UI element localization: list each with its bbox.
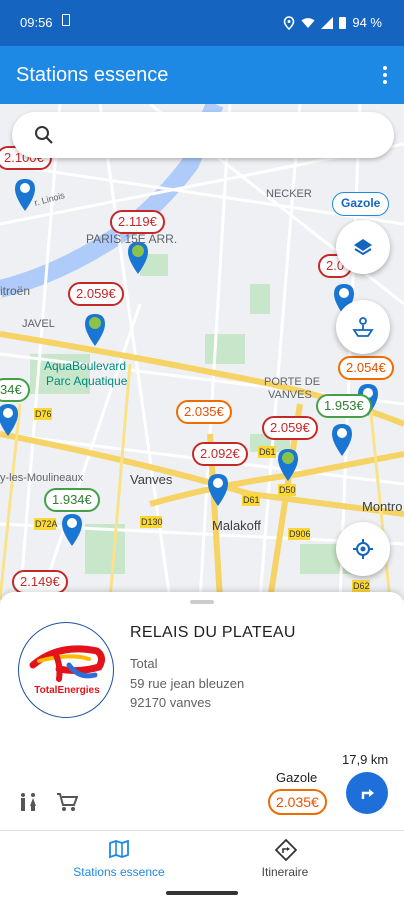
directions-icon	[361, 789, 374, 799]
map-label-aqua2: Parc Aquatique	[46, 374, 128, 388]
fuel-price-badge: 2.035€	[268, 789, 327, 815]
app-title: Stations essence	[16, 64, 169, 86]
map-label-citroen: itroën	[0, 284, 31, 298]
price-tag[interactable]: 2.059€	[262, 416, 318, 440]
map-label-necker: NECKER	[266, 188, 312, 200]
wifi-icon	[301, 17, 315, 28]
app-bar: Stations essence	[0, 46, 404, 104]
battery-level: 94 %	[352, 15, 382, 30]
map-background	[0, 104, 404, 600]
my-location-button[interactable]	[336, 522, 390, 576]
station-detail-sheet[interactable]: TotalEnergies RELAIS DU PLATEAU Total 59…	[0, 592, 404, 830]
road-number: D72A	[35, 519, 58, 529]
station-brand: Total	[130, 656, 158, 671]
signal-icon	[321, 16, 334, 29]
fuel-filter-chip[interactable]: Gazole	[332, 192, 390, 216]
restroom-icon	[21, 793, 36, 811]
map-label-paris15: PARIS 15E ARR.	[86, 232, 178, 246]
search-bar[interactable]	[12, 112, 394, 158]
tab-itineraire[interactable]: Itineraire	[184, 831, 386, 887]
status-icons: 94 %	[283, 15, 382, 30]
map-icon	[109, 839, 129, 859]
brand-logo-text: TotalEnergies	[34, 685, 100, 696]
search-icon	[35, 126, 53, 144]
layers-button[interactable]	[336, 220, 390, 274]
map-label-porte-vanves-1: PORTE DE	[264, 376, 321, 388]
map-view-button[interactable]	[336, 300, 390, 354]
brand-logo: TotalEnergies	[18, 622, 114, 718]
map-person-icon	[352, 317, 374, 337]
road-number: D61	[243, 495, 260, 505]
map-label-montrouge: Montro	[362, 499, 403, 514]
price-tag[interactable]: 2.149€	[12, 570, 68, 594]
price-tag[interactable]: 34€	[0, 378, 30, 402]
map-view[interactable]: NECKER PARIS 15E ARR. JAVEL itroën AquaB…	[0, 104, 404, 600]
sheet-drag-handle[interactable]	[190, 600, 214, 604]
location-icon	[284, 15, 295, 30]
shop-cart-icon	[57, 793, 78, 811]
station-address: 59 rue jean bleuzen	[130, 676, 245, 691]
price-tag[interactable]: 2.054€	[338, 356, 394, 380]
station-name: RELAIS DU PLATEAU	[130, 624, 296, 641]
price-tag[interactable]: 1.953€	[316, 394, 372, 418]
directions-button[interactable]	[346, 772, 388, 814]
overflow-menu-icon[interactable]	[382, 66, 388, 84]
price-tag[interactable]: 2.035€	[176, 400, 232, 424]
road-number: D61	[259, 447, 276, 457]
crosshair-icon	[353, 539, 373, 559]
price-tag[interactable]: 2.119€	[110, 210, 165, 234]
status-time: 09:56	[20, 15, 53, 30]
route-diamond-icon	[275, 839, 297, 861]
map-label-porte-vanves-2: VANVES	[268, 389, 312, 401]
map-label-aqua1: AquaBoulevard	[44, 359, 127, 373]
gesture-bar	[0, 886, 404, 900]
tab-itineraire-label: Itineraire	[261, 865, 309, 879]
layers-icon	[354, 239, 372, 256]
price-tag[interactable]: 2.092€	[192, 442, 248, 466]
station-city: 92170 vanves	[130, 695, 211, 710]
road-number: D130	[141, 517, 163, 527]
price-tag[interactable]: 1.934€	[44, 488, 100, 512]
road-number: D906	[289, 529, 311, 539]
battery-icon	[339, 16, 347, 29]
bottom-navigation: Stations essence Itineraire	[0, 830, 404, 886]
road-number: D62	[353, 581, 370, 591]
map-label-javel: JAVEL	[22, 318, 55, 330]
totalenergies-logo-icon	[29, 645, 106, 682]
road-number: D76	[35, 409, 52, 419]
distance-label: 17,9 km	[342, 752, 389, 767]
status-bar: 09:56 94 %	[0, 0, 404, 46]
road-number: D50	[279, 485, 296, 495]
fuel-type-label: Gazole	[276, 770, 318, 785]
map-label-issy: y-les-Moulineaux	[0, 472, 84, 484]
price-tag[interactable]: 2.059€	[68, 282, 124, 306]
map-label-vanves: Vanves	[130, 472, 173, 487]
app-root: 09:56 94 % Stations essence NECKER PARIS…	[0, 0, 404, 900]
sim-icon	[62, 14, 70, 26]
map-label-malakoff: Malakoff	[212, 518, 261, 533]
